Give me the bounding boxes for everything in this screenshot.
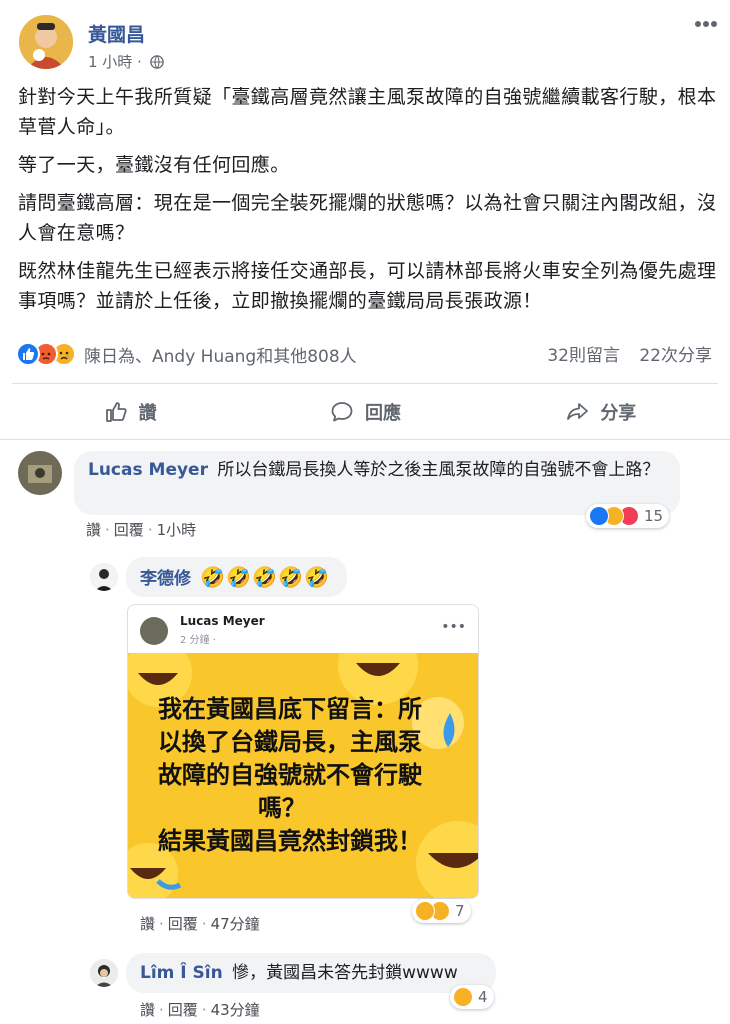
shared-post-time: 2 分鐘 · bbox=[180, 635, 216, 646]
comment-icon bbox=[331, 401, 353, 421]
meme-image: 我在黃國昌底下留言：所 以換了台鐵局長，主風泵 故障的自強號就不會行駛 嗎？ 結… bbox=[128, 653, 478, 898]
commenter-avatar[interactable] bbox=[90, 563, 118, 591]
commenter-avatar[interactable] bbox=[90, 959, 118, 987]
meme-text-line: 故障的自強號就不會行駛 bbox=[158, 761, 422, 789]
haha-reaction-icon bbox=[415, 901, 435, 921]
share-arrow-icon bbox=[567, 402, 589, 420]
comment-meta: 讚 · 回覆 · 47分鐘 bbox=[140, 915, 260, 933]
comment-time[interactable]: 43分鐘 bbox=[211, 1001, 260, 1019]
like-button[interactable]: 讚 bbox=[12, 384, 247, 439]
post-body: 針對今天上午我所質疑「臺鐵高層竟然讓主風泵故障的自強號繼續載客行駛，根本草菅人命… bbox=[18, 82, 718, 324]
post-card: 黃國昌 1 小時 · 針對今天上午我所質疑「臺鐵高層竟然讓主風泵故障的自強號繼續… bbox=[0, 0, 730, 440]
shared-author-name: Lucas Meyer bbox=[180, 614, 265, 628]
like-button-label: 讚 bbox=[138, 402, 157, 424]
comment-author[interactable]: Lucas Meyer bbox=[88, 460, 208, 480]
share-count[interactable]: 22次分享 bbox=[639, 346, 712, 366]
comment-count[interactable]: 32則留言 bbox=[547, 346, 620, 366]
post-time-text[interactable]: 1 小時 · bbox=[88, 53, 142, 71]
more-options-icon: ••• bbox=[441, 619, 466, 635]
comment-button-label: 回應 bbox=[364, 402, 401, 424]
author-avatar[interactable] bbox=[19, 15, 73, 69]
like-reaction-icon bbox=[16, 342, 40, 366]
post-actions-bar: 讚 回應 分享 bbox=[12, 383, 718, 439]
comment-text: 慘，黃國昌未答先封鎖wwww bbox=[232, 963, 458, 983]
comment-like-link[interactable]: 讚 bbox=[140, 915, 155, 933]
reaction-summary[interactable]: 陳日為、Andy Huang和其他808人 bbox=[16, 341, 357, 367]
post-paragraph: 等了一天，臺鐵沒有任何回應。 bbox=[18, 154, 290, 176]
comment-meta: 讚 · 回覆 · 1小時 bbox=[86, 521, 197, 539]
meme-text-line: 我在黃國昌底下留言：所 bbox=[158, 695, 422, 723]
comment-author[interactable]: 李德修 bbox=[140, 569, 191, 589]
post-timestamp[interactable]: 1 小時 · bbox=[88, 51, 164, 72]
comment-author[interactable]: Lîm Î Sîn bbox=[140, 963, 223, 983]
thumbs-up-icon bbox=[105, 401, 127, 422]
meme-text-line: 結果黃國昌竟然封鎖我！ bbox=[158, 827, 422, 855]
comment-reactions[interactable]: 4 bbox=[450, 985, 494, 1009]
share-button-label: 分享 bbox=[600, 402, 637, 424]
post-paragraph: 既然林佳龍先生已經表示將接任交通部長，可以請林部長將火車安全列為優先處理事項嗎？… bbox=[18, 260, 717, 312]
comment-time[interactable]: 1小時 bbox=[157, 521, 197, 539]
comment-reply-link[interactable]: 回覆 bbox=[168, 915, 198, 933]
share-button[interactable]: 分享 bbox=[483, 384, 718, 439]
comment-like-link[interactable]: 讚 bbox=[86, 521, 101, 539]
comments-section: Lucas Meyer 所以台鐵局長換人等於之後主風泵故障的自強號不會上路？ 1… bbox=[0, 441, 730, 1024]
comment-text: 所以台鐵局長換人等於之後主風泵故障的自強號不會上路？ bbox=[217, 460, 660, 480]
meme-text: 我在黃國昌底下留言：所 以換了台鐵局長，主風泵 故障的自強號就不會行駛 嗎？ 結… bbox=[158, 693, 458, 858]
like-reaction-icon bbox=[589, 506, 609, 526]
author-name[interactable]: 黃國昌 bbox=[88, 20, 145, 47]
shared-screenshot-image[interactable]: Lucas Meyer 2 分鐘 · ••• 我在黃國昌底下留言：所 以換了台鐵… bbox=[127, 604, 479, 899]
comment-reactions[interactable]: 7 bbox=[412, 899, 471, 923]
meme-text-line: 嗎？ bbox=[258, 794, 306, 822]
reaction-names[interactable]: 陳日為、Andy Huang和其他808人 bbox=[84, 342, 357, 367]
reaction-count: 4 bbox=[478, 988, 488, 1006]
globe-icon bbox=[149, 55, 164, 69]
reaction-count: 15 bbox=[644, 507, 664, 525]
comment-reply-link[interactable]: 回覆 bbox=[114, 521, 144, 539]
shared-author-avatar bbox=[140, 617, 168, 645]
more-options-icon[interactable] bbox=[694, 20, 718, 28]
comment-time[interactable]: 47分鐘 bbox=[211, 915, 260, 933]
haha-reaction-icon bbox=[453, 987, 473, 1007]
comment-bubble: Lucas Meyer 所以台鐵局長換人等於之後主風泵故障的自強號不會上路？ bbox=[74, 451, 680, 515]
comment-button[interactable]: 回應 bbox=[247, 384, 482, 439]
comment-reactions[interactable]: 15 bbox=[586, 504, 670, 528]
comment-text: 🤣🤣🤣🤣🤣 bbox=[200, 565, 330, 589]
comment-bubble: Lîm Î Sîn 慘，黃國昌未答先封鎖wwww bbox=[126, 953, 496, 993]
comment-reply-link[interactable]: 回覆 bbox=[168, 1001, 198, 1019]
comment-bubble: 李德修 🤣🤣🤣🤣🤣 bbox=[126, 557, 347, 597]
post-paragraph: 請問臺鐵高層：現在是一個完全裝死擺爛的狀態嗎？以為社會只關注內閣改組，沒人會在意… bbox=[18, 192, 717, 244]
post-stats: 32則留言 22次分享 bbox=[533, 341, 712, 366]
meme-text-line: 以換了台鐵局長，主風泵 bbox=[158, 728, 422, 756]
commenter-avatar[interactable] bbox=[18, 451, 62, 495]
comment-meta: 讚 · 回覆 · 43分鐘 bbox=[140, 1001, 260, 1019]
comment-like-link[interactable]: 讚 bbox=[140, 1001, 155, 1019]
post-paragraph: 針對今天上午我所質疑「臺鐵高層竟然讓主風泵故障的自強號繼續載客行駛，根本草菅人命… bbox=[18, 86, 717, 138]
reaction-count: 7 bbox=[455, 902, 465, 920]
